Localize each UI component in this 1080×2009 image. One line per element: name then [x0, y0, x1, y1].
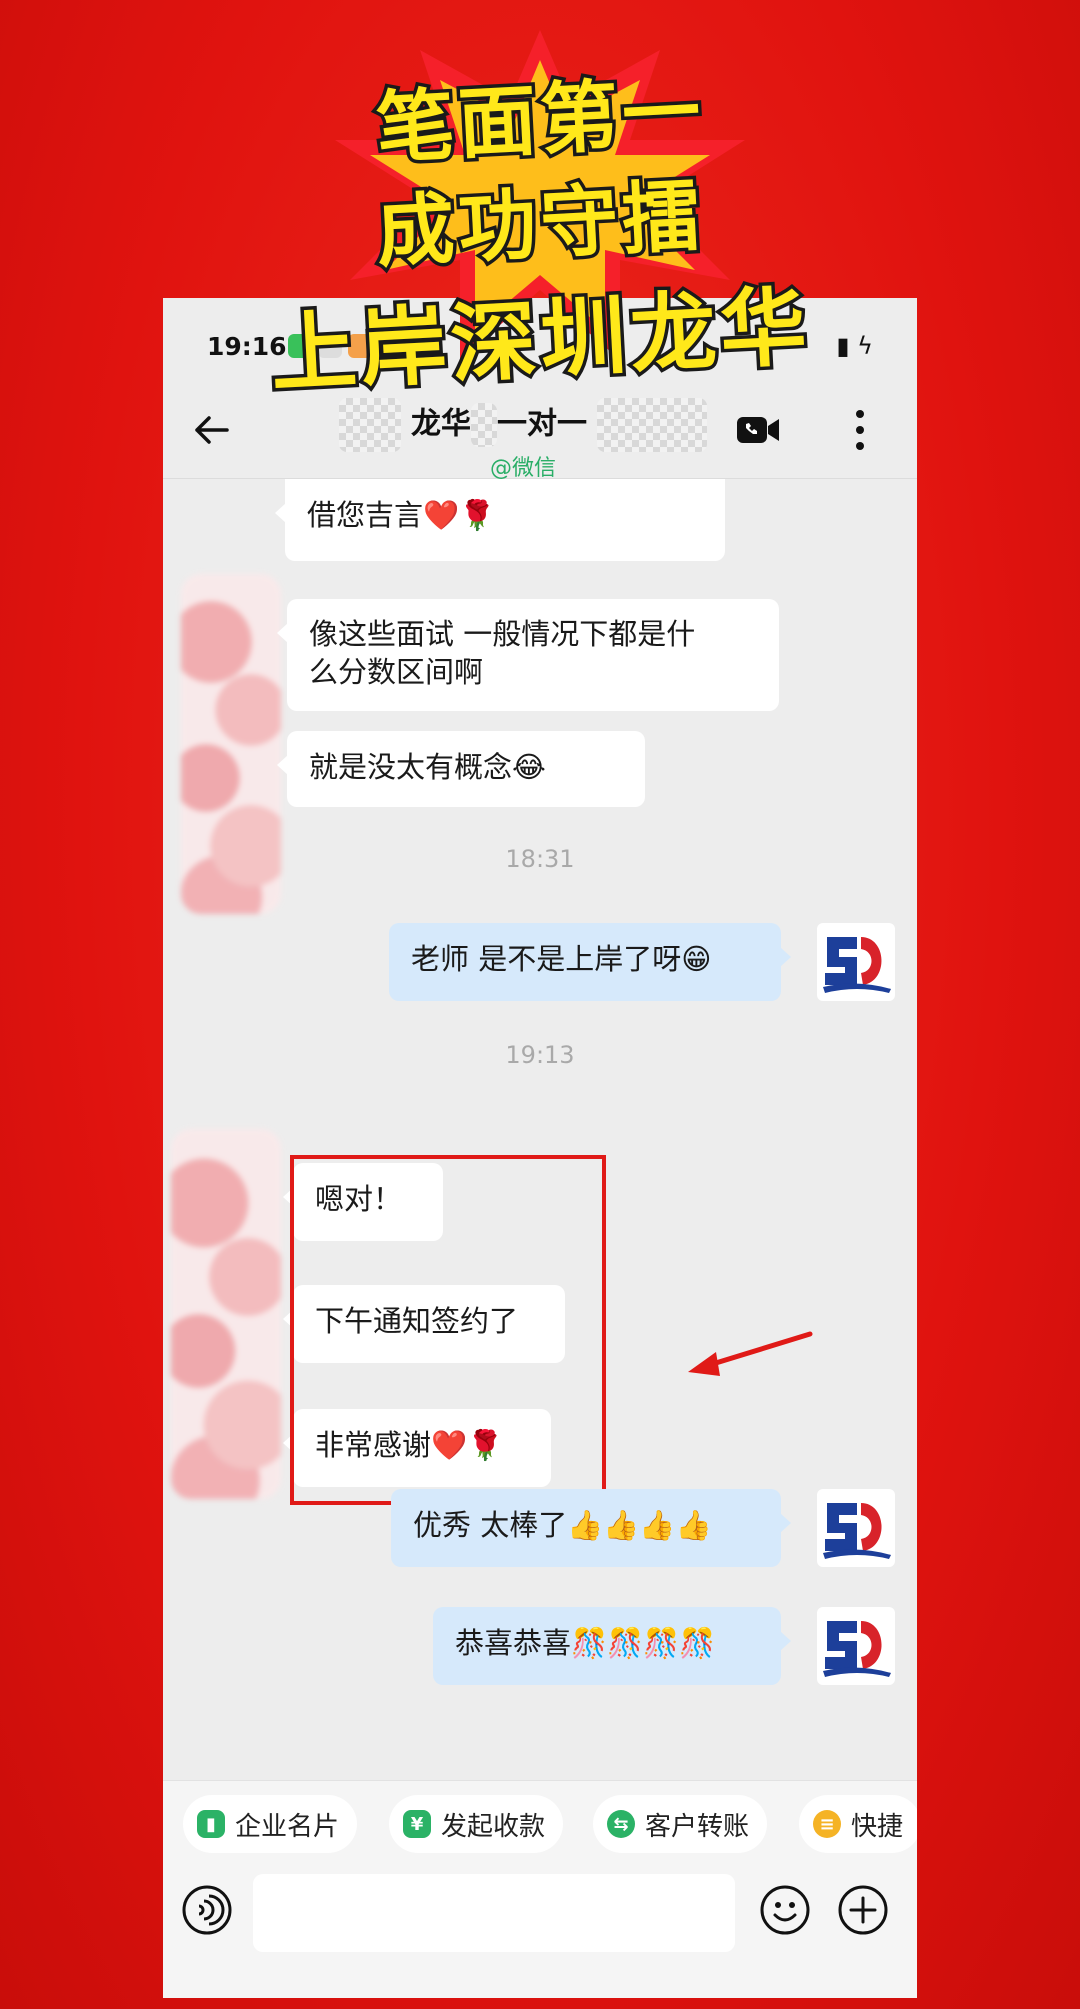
phone-screenshot: 19:16 ▮ ϟ 龙华 一对一 @微信 借您吉言❤️🌹 像这些面试 一般情况下…	[163, 298, 917, 1998]
message-bubble-outgoing[interactable]: 老师 是不是上岸了呀😁	[389, 923, 791, 1001]
contact-avatar-blurred[interactable]	[171, 1129, 281, 1499]
message-bubble-outgoing[interactable]: 恭喜恭喜🎊🎊🎊🎊	[433, 1607, 791, 1685]
red-arrow-icon	[688, 1331, 813, 1376]
timestamp: 19:13	[505, 1041, 575, 1069]
redaction-mosaic	[471, 403, 497, 447]
message-bubble-incoming[interactable]: 借您吉言❤️🌹	[275, 479, 725, 561]
sd-logo-icon	[823, 1621, 891, 1677]
chat-title-prefix: 龙华	[411, 406, 471, 442]
chat-title-mid: 一对一	[497, 406, 587, 442]
highlight-box	[290, 1155, 606, 1505]
plus-icon[interactable]	[837, 1884, 889, 1936]
redaction-mosaic	[597, 398, 708, 452]
chip-request-payment[interactable]: ¥ 发起收款	[389, 1795, 564, 1853]
message-text: 优秀 太棒了👍👍👍👍	[413, 1508, 712, 1542]
message-text-line: 像这些面试 一般情况下都是什	[309, 617, 696, 651]
message-text: 老师 是不是上岸了呀😁	[411, 942, 712, 976]
message-text-line: 么分数区间啊	[309, 655, 484, 689]
transfer-icon: ⇆	[607, 1810, 635, 1838]
back-arrow-icon[interactable]	[191, 410, 231, 450]
message-input-bar	[163, 1864, 917, 1998]
more-options-icon[interactable]	[855, 408, 865, 452]
sd-logo-icon	[823, 937, 891, 993]
message-bubble-incoming[interactable]: 就是没太有概念😂	[277, 731, 645, 807]
chip-label: 客户转账	[645, 1811, 750, 1842]
chat-subtitle: @微信	[489, 456, 556, 481]
chat-title: 龙华 一对一	[283, 398, 763, 452]
sender-avatar-sd-logo[interactable]	[817, 1607, 895, 1685]
chip-customer-transfer[interactable]: ⇆ 客户转账	[593, 1795, 768, 1853]
message-bubble-outgoing[interactable]: 优秀 太棒了👍👍👍👍	[391, 1489, 791, 1567]
quick-reply-icon: ≡	[813, 1810, 841, 1838]
video-call-icon[interactable]	[735, 413, 781, 447]
message-text: 借您吉言❤️🌹	[307, 498, 496, 532]
chip-quick-reply[interactable]: ≡ 快捷	[799, 1795, 917, 1853]
headline-banner: 笔面第一 成功守擂 上岸深圳龙华	[0, 0, 1080, 409]
chat-message-list[interactable]: 借您吉言❤️🌹 像这些面试 一般情况下都是什 么分数区间啊 就是没太有概念😂 1…	[163, 479, 917, 1769]
voice-input-icon[interactable]	[181, 1884, 233, 1936]
sd-logo-icon	[823, 1503, 891, 1559]
yuan-icon: ¥	[403, 1810, 431, 1838]
message-text: 就是没太有概念😂	[309, 750, 546, 784]
sender-avatar-sd-logo[interactable]	[817, 923, 895, 1001]
sender-avatar-sd-logo[interactable]	[817, 1489, 895, 1567]
redaction-mosaic	[338, 398, 401, 452]
message-bubble-incoming[interactable]: 像这些面试 一般情况下都是什 么分数区间啊	[277, 599, 779, 711]
business-card-icon: ▮	[197, 1810, 225, 1838]
timestamp: 18:31	[505, 845, 575, 873]
chip-business-card[interactable]: ▮ 企业名片	[183, 1795, 358, 1853]
chip-label: 发起收款	[441, 1811, 546, 1842]
emoji-icon[interactable]	[759, 1884, 811, 1936]
chip-label: 企业名片	[235, 1811, 340, 1842]
quick-action-toolbar: ▮ 企业名片 ¥ 发起收款 ⇆ 客户转账 ≡ 快捷	[163, 1780, 917, 1865]
message-input[interactable]	[253, 1874, 735, 1952]
chip-label: 快捷	[851, 1811, 904, 1842]
message-text: 恭喜恭喜🎊🎊🎊🎊	[455, 1626, 716, 1660]
